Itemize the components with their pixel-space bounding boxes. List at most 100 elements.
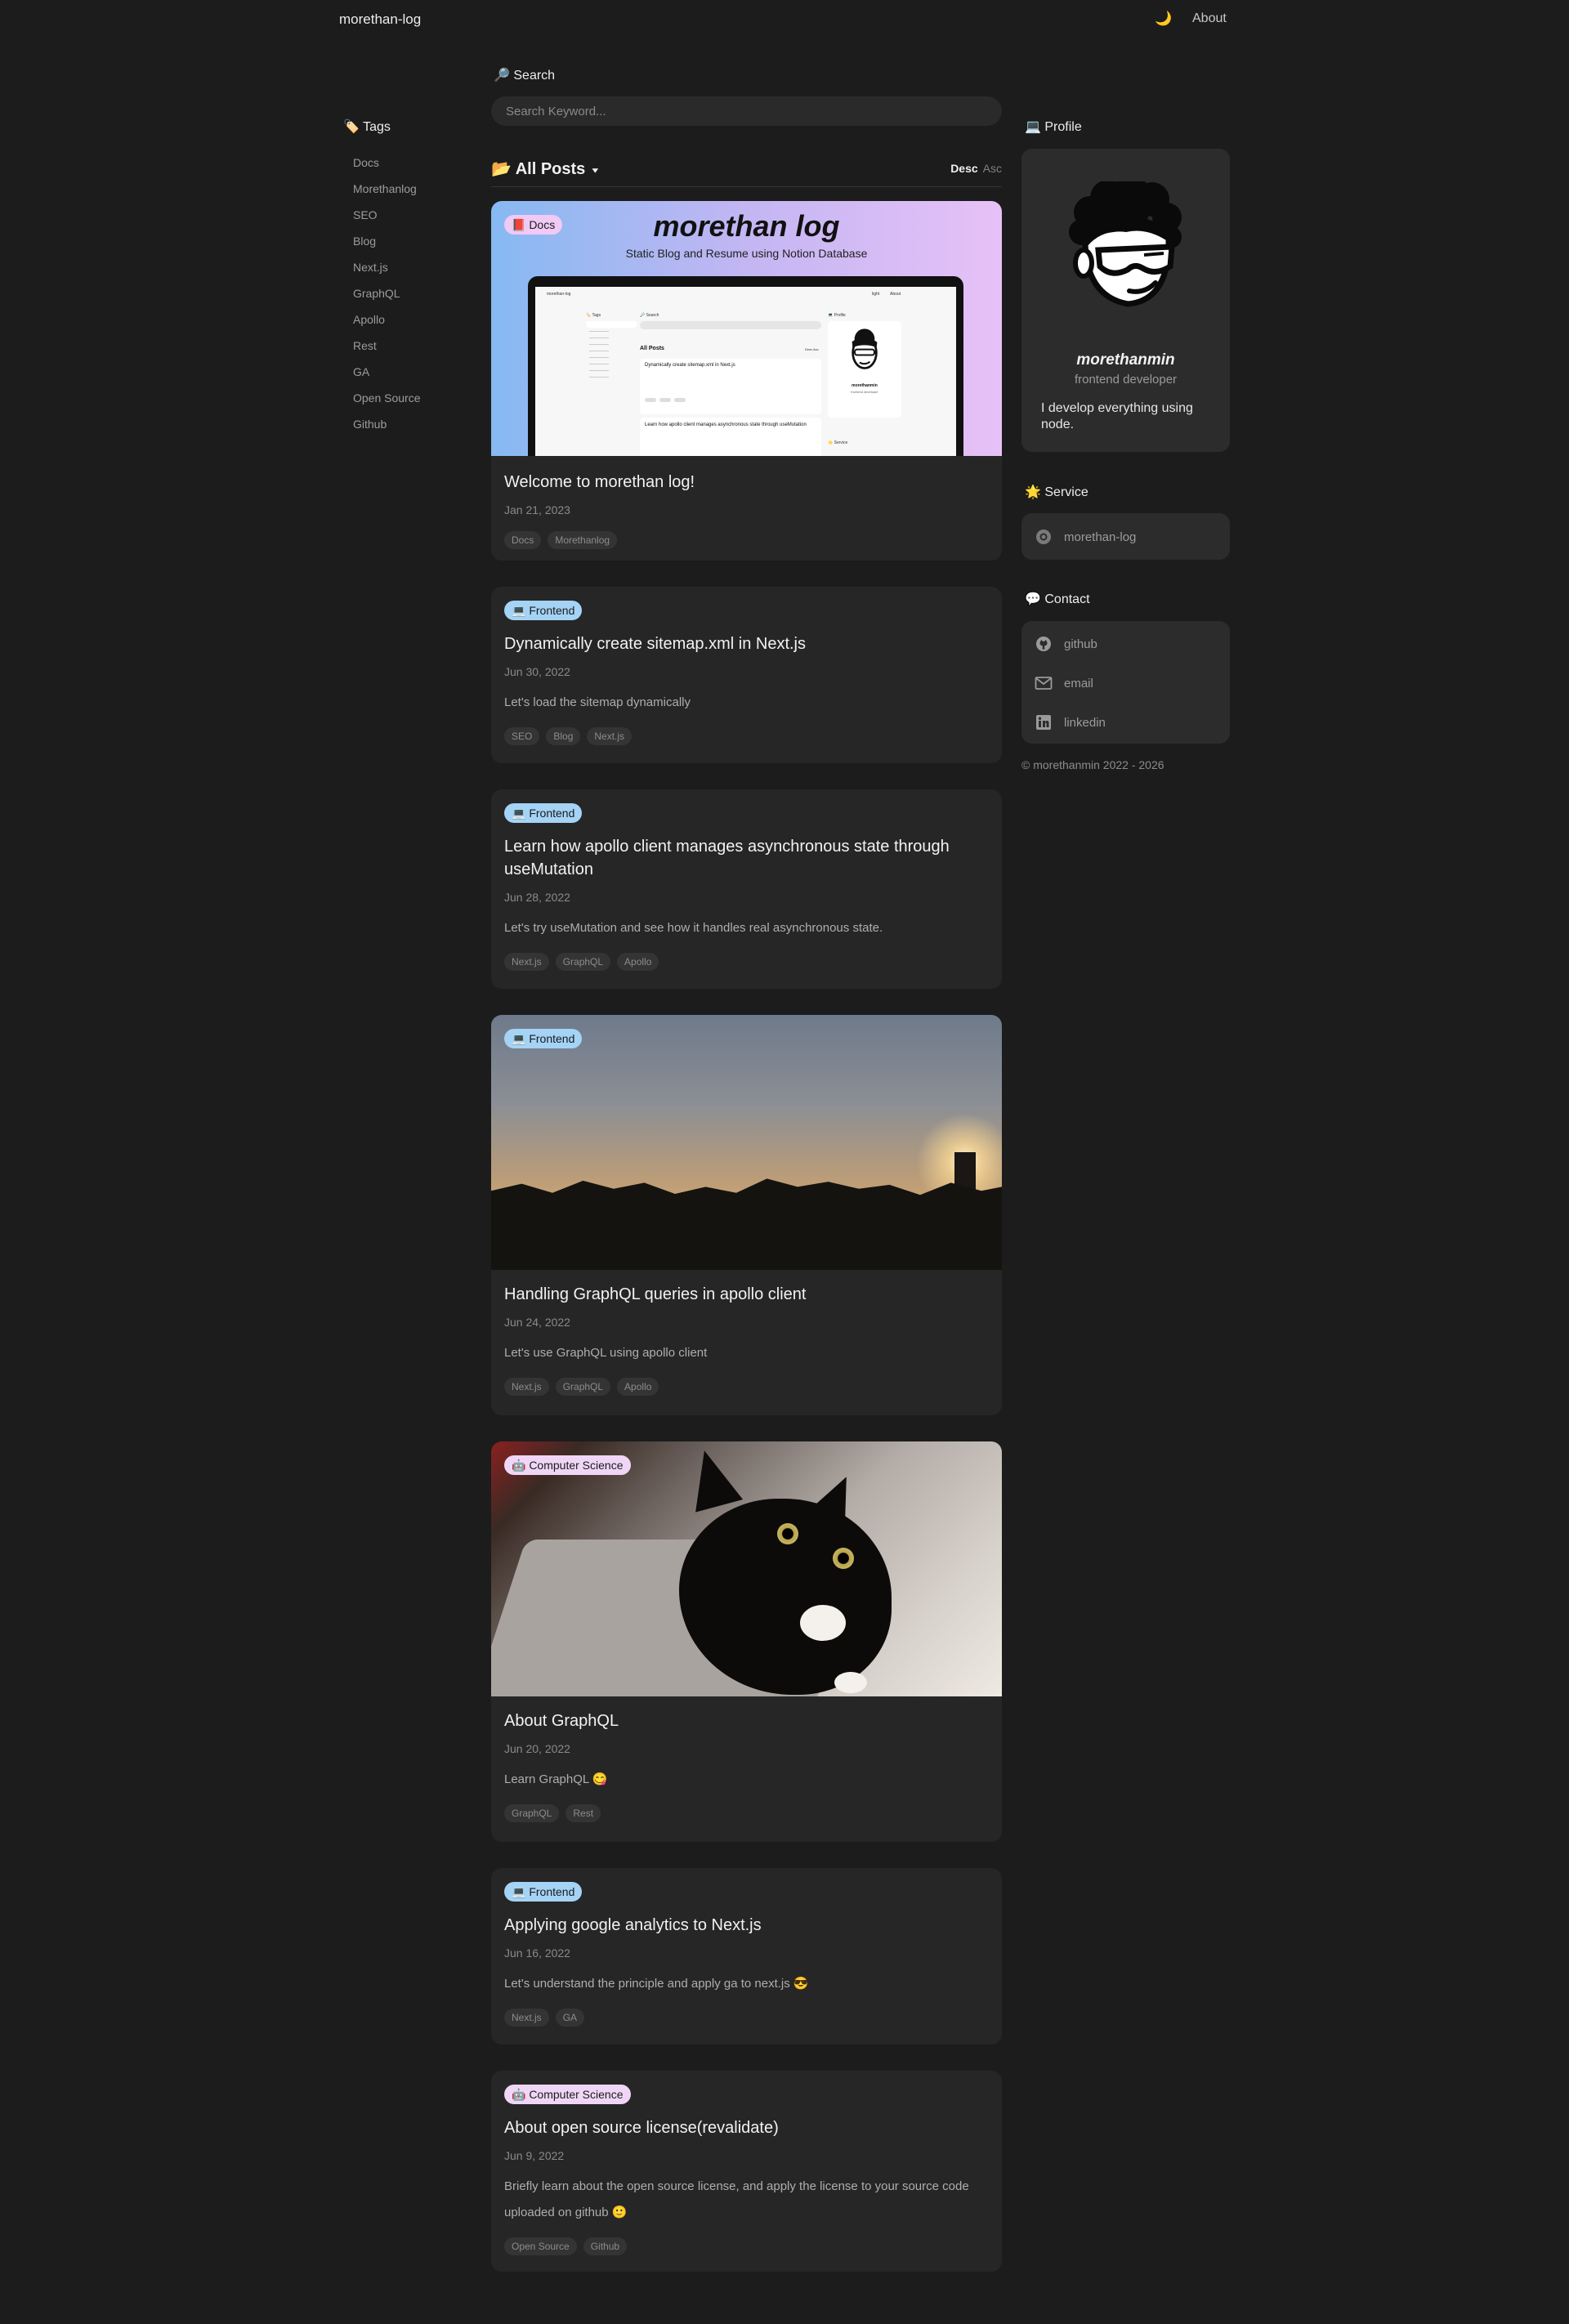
moon-icon[interactable]: 🌙 xyxy=(1155,11,1172,27)
category-badge[interactable]: 💻 Frontend xyxy=(504,1029,583,1048)
post-card[interactable]: 💻 Frontend Learn how apollo client manag… xyxy=(491,789,1002,989)
post-tag[interactable]: Next.js xyxy=(587,727,633,745)
thumbnail-laptop: morethan-log light About 🏷️ Tags 🔎 Searc… xyxy=(528,276,963,456)
feed-title: 📂 All Posts xyxy=(491,160,586,178)
mini-profile-card: morethanmin frontend developer xyxy=(828,321,901,418)
post-title: Welcome to morethan log! xyxy=(504,473,695,491)
post-thumbnail: 💻 Frontend xyxy=(491,1015,1002,1270)
mini-post-1: Dynamically create sitemap.xml in Next.j… xyxy=(640,359,821,414)
tags-heading: 🏷️ Tags xyxy=(343,120,391,134)
post-tag[interactable]: Morethanlog xyxy=(548,531,618,549)
mini-feed-title: All Posts xyxy=(640,346,664,351)
post-tag[interactable]: Apollo xyxy=(617,953,659,971)
post-tag[interactable]: GraphQL xyxy=(555,953,611,971)
sort-desc-button[interactable]: Desc xyxy=(950,162,977,175)
post-thumbnail: morethan log Static Blog and Resume usin… xyxy=(491,201,1002,456)
post-tag[interactable]: Github xyxy=(583,2237,628,2255)
tag-item-open-source[interactable]: Open Source xyxy=(343,387,466,413)
category-dropdown[interactable]: 📂 All Posts ▼ xyxy=(491,159,601,179)
post-body: Handling GraphQL queries in apollo clien… xyxy=(491,1270,1002,1396)
post-tag[interactable]: Next.js xyxy=(504,2009,549,2027)
contact-email-link[interactable]: email xyxy=(1035,671,1093,695)
post-tag[interactable]: Next.js xyxy=(504,1378,549,1396)
contact-label: linkedin xyxy=(1064,715,1106,730)
mini-light: light xyxy=(872,292,880,297)
post-title: Dynamically create sitemap.xml in Next.j… xyxy=(504,635,806,653)
thumbnail-heading: morethan log xyxy=(653,209,840,243)
post-summary: Learn GraphQL 😋 xyxy=(504,1772,608,1786)
category-badge[interactable]: 🤖 Computer Science xyxy=(504,1455,631,1475)
profile-heading: 💻 Profile xyxy=(1025,120,1082,134)
mini-post-1-title: Dynamically create sitemap.xml in Next.j… xyxy=(645,363,735,368)
contact-github-link[interactable]: github xyxy=(1035,632,1097,656)
tag-item-ga[interactable]: GA xyxy=(343,361,466,387)
post-card[interactable]: 🤖 Computer Science About GraphQL Jun 20,… xyxy=(491,1441,1002,1842)
post-title: Learn how apollo client manages asynchro… xyxy=(504,838,950,878)
tag-item-graphql[interactable]: GraphQL xyxy=(343,283,466,309)
contact-linkedin-link[interactable]: linkedin xyxy=(1035,710,1106,735)
sort-asc-button[interactable]: Asc xyxy=(983,162,1002,175)
service-link[interactable]: morethan-log xyxy=(1035,525,1136,549)
mini-profile-heading: 💻 Profile xyxy=(828,313,846,318)
post-title: About open source license(revalidate) xyxy=(504,2119,779,2137)
tag-item-apollo[interactable]: Apollo xyxy=(343,309,466,335)
mini-avatar-icon xyxy=(852,328,878,369)
post-tags: Next.js GA xyxy=(504,2009,989,2027)
tag-item-morethanlog[interactable]: Morethanlog xyxy=(343,178,466,204)
category-badge[interactable]: 💻 Frontend xyxy=(504,1882,583,1902)
post-date: Jun 9, 2022 xyxy=(504,2149,565,2162)
tag-item-seo[interactable]: SEO xyxy=(343,204,466,230)
tag-item-nextjs[interactable]: Next.js xyxy=(343,257,466,283)
tag-item-rest[interactable]: Rest xyxy=(343,335,466,361)
post-card[interactable]: 💻 Frontend Dynamically create sitemap.xm… xyxy=(491,587,1002,763)
sort-control: Desc Asc xyxy=(950,162,1002,175)
mini-search: 🔎 Search xyxy=(640,313,659,318)
tag-item-blog[interactable]: Blog xyxy=(343,230,466,257)
avatar-icon xyxy=(1069,175,1182,307)
post-tag[interactable]: Open Source xyxy=(504,2237,577,2255)
chevron-down-icon: ▼ xyxy=(589,166,601,175)
post-card[interactable]: 💻 Frontend Handling GraphQL queries in a… xyxy=(491,1015,1002,1415)
post-tag[interactable]: SEO xyxy=(504,727,540,745)
post-thumbnail: 🤖 Computer Science xyxy=(491,1441,1002,1696)
category-badge[interactable]: 📕 Docs xyxy=(504,215,563,235)
search-input[interactable] xyxy=(491,96,1002,126)
post-card[interactable]: 🤖 Computer Science About open source lic… xyxy=(491,2071,1002,2272)
category-badge[interactable]: 💻 Frontend xyxy=(504,803,583,823)
post-tag[interactable]: GA xyxy=(555,2009,585,2027)
mail-icon xyxy=(1035,674,1053,692)
mini-brand: morethan-log xyxy=(547,292,571,297)
site-logo-link[interactable]: morethan-log xyxy=(339,11,421,28)
contact-heading: 💬 Contact xyxy=(1025,592,1090,606)
post-card[interactable]: morethan log Static Blog and Resume usin… xyxy=(491,201,1002,561)
post-card[interactable]: 💻 Frontend Applying google analytics to … xyxy=(491,1868,1002,2045)
cat-chest xyxy=(800,1605,846,1641)
post-tag[interactable]: Rest xyxy=(565,1804,601,1822)
post-tag[interactable]: Apollo xyxy=(617,1378,659,1396)
about-link[interactable]: About xyxy=(1192,11,1227,26)
category-badge[interactable]: 💻 Frontend xyxy=(504,601,583,620)
mini-post-1-chips xyxy=(645,398,656,402)
mini-tag-lines xyxy=(589,331,609,332)
cat-ear-left xyxy=(680,1444,744,1513)
post-tag[interactable]: GraphQL xyxy=(555,1378,611,1396)
thumbnail-subheading: Static Blog and Resume using Notion Data… xyxy=(625,247,868,260)
avatar xyxy=(1066,175,1185,311)
profile-role: frontend developer xyxy=(1074,373,1178,387)
tags-list: Docs Morethanlog SEO Blog Next.js GraphQ… xyxy=(343,152,466,440)
post-tags: Next.js GraphQL Apollo xyxy=(504,1378,989,1396)
cat-paw xyxy=(834,1672,867,1693)
post-tags: Docs Morethanlog xyxy=(504,531,989,549)
profile-bio: I develop everything using node. xyxy=(1041,401,1193,431)
tag-item-github[interactable]: Github xyxy=(343,413,466,440)
post-tag[interactable]: Next.js xyxy=(504,953,549,971)
tag-item-docs[interactable]: Docs xyxy=(343,152,466,178)
feed-header: 📂 All Posts ▼ Desc Asc xyxy=(491,158,1002,187)
post-title: Applying google analytics to Next.js xyxy=(504,1916,762,1934)
post-tag[interactable]: Docs xyxy=(504,531,542,549)
post-body: About GraphQL Jun 20, 2022 Learn GraphQL… xyxy=(491,1696,1002,1822)
copyright: © morethanmin 2022 - 2026 xyxy=(1021,758,1164,771)
category-badge[interactable]: 🤖 Computer Science xyxy=(504,2085,631,2104)
post-tag[interactable]: Blog xyxy=(546,727,581,745)
post-tag[interactable]: GraphQL xyxy=(504,1804,560,1822)
